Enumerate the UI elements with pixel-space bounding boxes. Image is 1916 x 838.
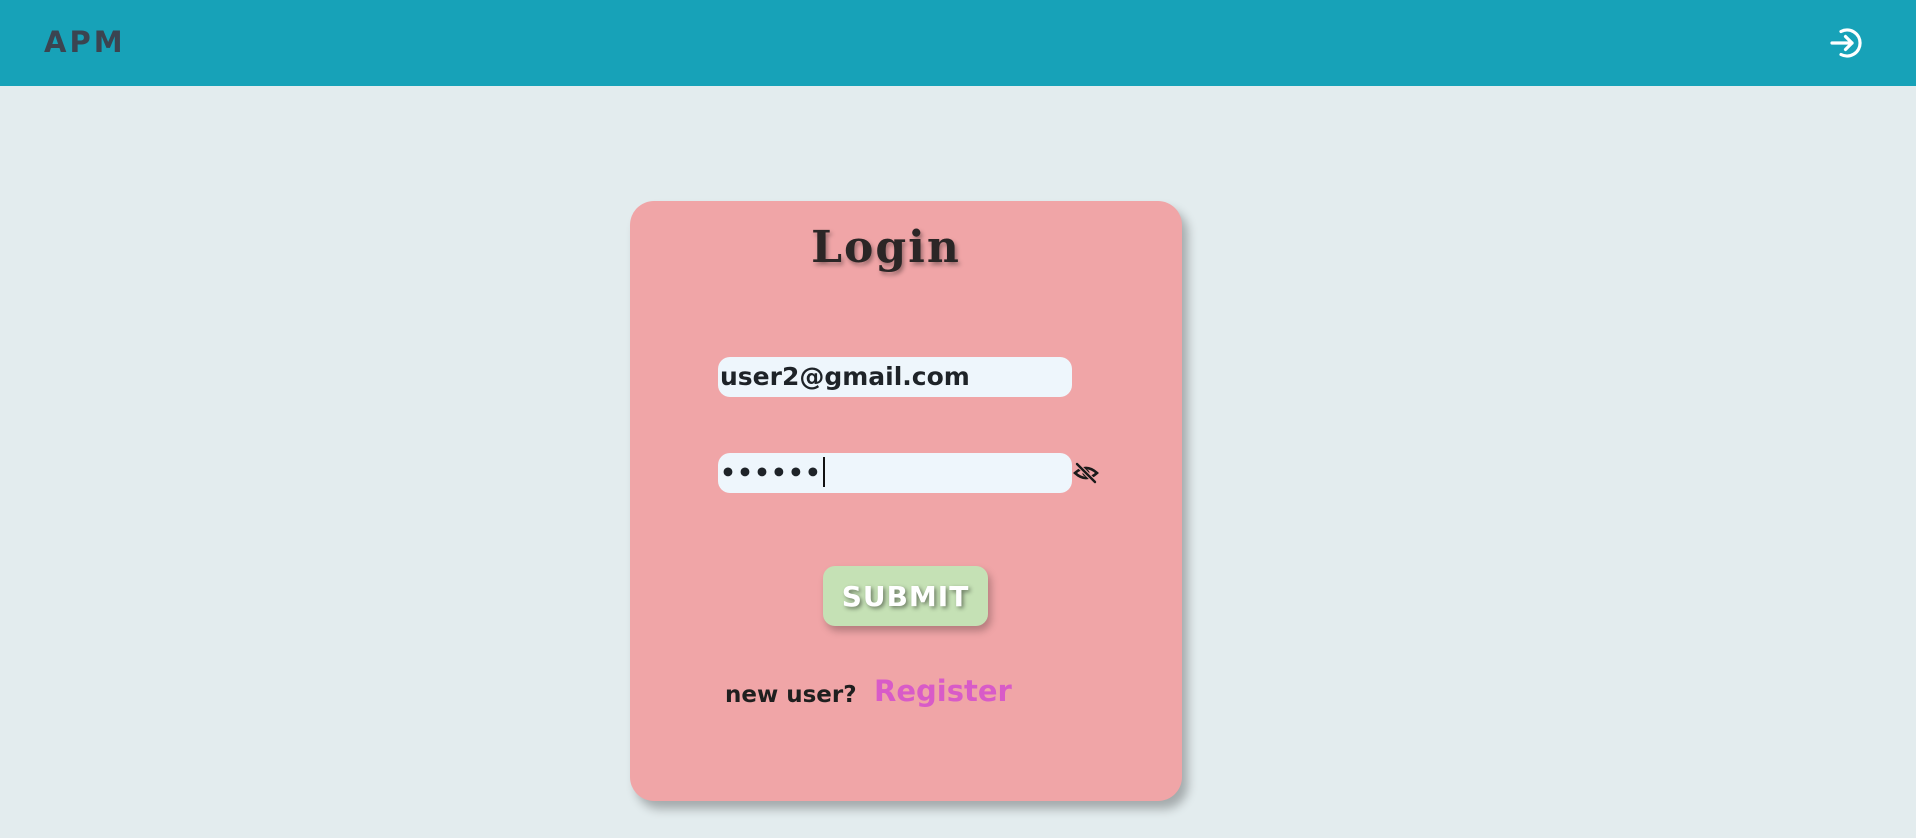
login-icon-graphic <box>1830 28 1862 58</box>
new-user-label: new user? <box>725 682 857 708</box>
text-caret <box>822 457 825 487</box>
login-icon[interactable] <box>1828 24 1868 62</box>
eye-slash-icon[interactable] <box>1072 460 1100 486</box>
email-field[interactable]: user2@gmail.com <box>718 357 1072 397</box>
register-link[interactable]: Register <box>874 671 1012 711</box>
top-navbar: APM <box>0 0 1916 86</box>
login-card: Login user2@gmail.com •••••• SUBMIT new … <box>630 201 1182 801</box>
submit-button[interactable]: SUBMIT <box>823 566 988 626</box>
password-field[interactable]: •••••• <box>718 453 1072 493</box>
email-field-value: user2@gmail.com <box>720 362 970 391</box>
password-field-value: •••••• <box>720 458 822 487</box>
brand-logo-text[interactable]: APM <box>44 22 126 62</box>
login-title: Login <box>811 222 961 273</box>
eye-slash-icon-graphic <box>1073 462 1099 484</box>
